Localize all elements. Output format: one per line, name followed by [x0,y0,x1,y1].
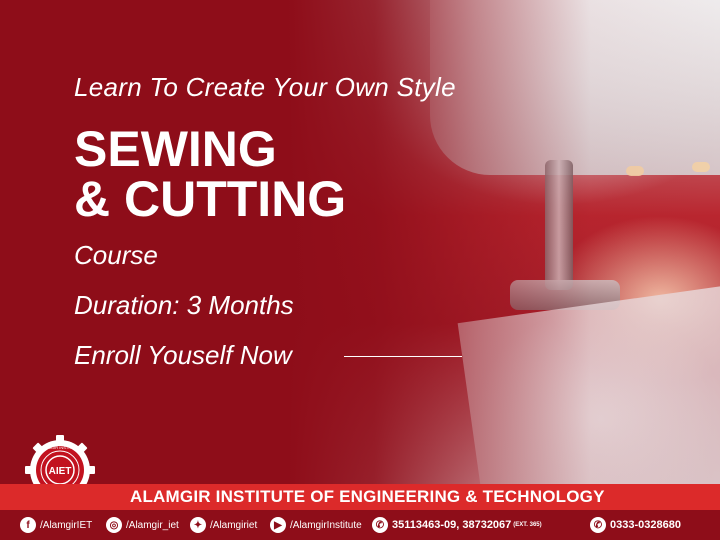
duration-text: Duration: 3 Months [74,290,294,320]
phone-contact[interactable]: ✆ 35113463-09, 38732067 (EXT. 365) [372,516,542,534]
whatsapp-contact[interactable]: ✆ 0333-0328680 [590,516,681,534]
logo-letters: AIET [49,466,72,477]
course-label: Course [74,240,158,270]
whatsapp-number: 0333-0328680 [610,519,681,531]
institute-name: ALAMGIR INSTITUTE OF ENGINEERING & TECHN… [130,487,605,506]
logo-ring-text: ALAMGIR INSTITUTE [40,445,80,450]
phone-extension: (EXT. 365) [513,522,542,528]
enroll-cta[interactable]: Enroll Youself Now [74,340,292,371]
course-title: SEWING & CUTTING [74,124,346,224]
cta-underline [344,356,462,357]
instagram-icon: ◎ [106,517,122,533]
instagram-link[interactable]: ◎ /Alamgir_iet [106,516,179,534]
phone-icon: ✆ [372,517,388,533]
phone-numbers: 35113463-09, 38732067 [392,519,512,531]
tagline: Learn To Create Your Own Style [74,72,456,102]
facebook-handle: /AlamgirIET [40,519,93,531]
youtube-icon: ▶ [270,517,286,533]
whatsapp-icon: ✆ [590,517,606,533]
youtube-handle: /AlamgirInstitute [290,519,362,531]
twitter-icon: ✦ [190,517,206,533]
poster: Learn To Create Your Own Style SEWING & … [0,0,720,540]
twitter-handle: /Alamgiriet [210,519,258,531]
title-line-2: & CUTTING [74,171,347,227]
facebook-icon: f [20,517,36,533]
instagram-handle: /Alamgir_iet [126,519,179,531]
youtube-link[interactable]: ▶ /AlamgirInstitute [270,516,362,534]
twitter-link[interactable]: ✦ /Alamgiriet [190,516,257,534]
title-line-1: SEWING [74,121,277,177]
facebook-link[interactable]: f /AlamgirIET [20,516,92,534]
